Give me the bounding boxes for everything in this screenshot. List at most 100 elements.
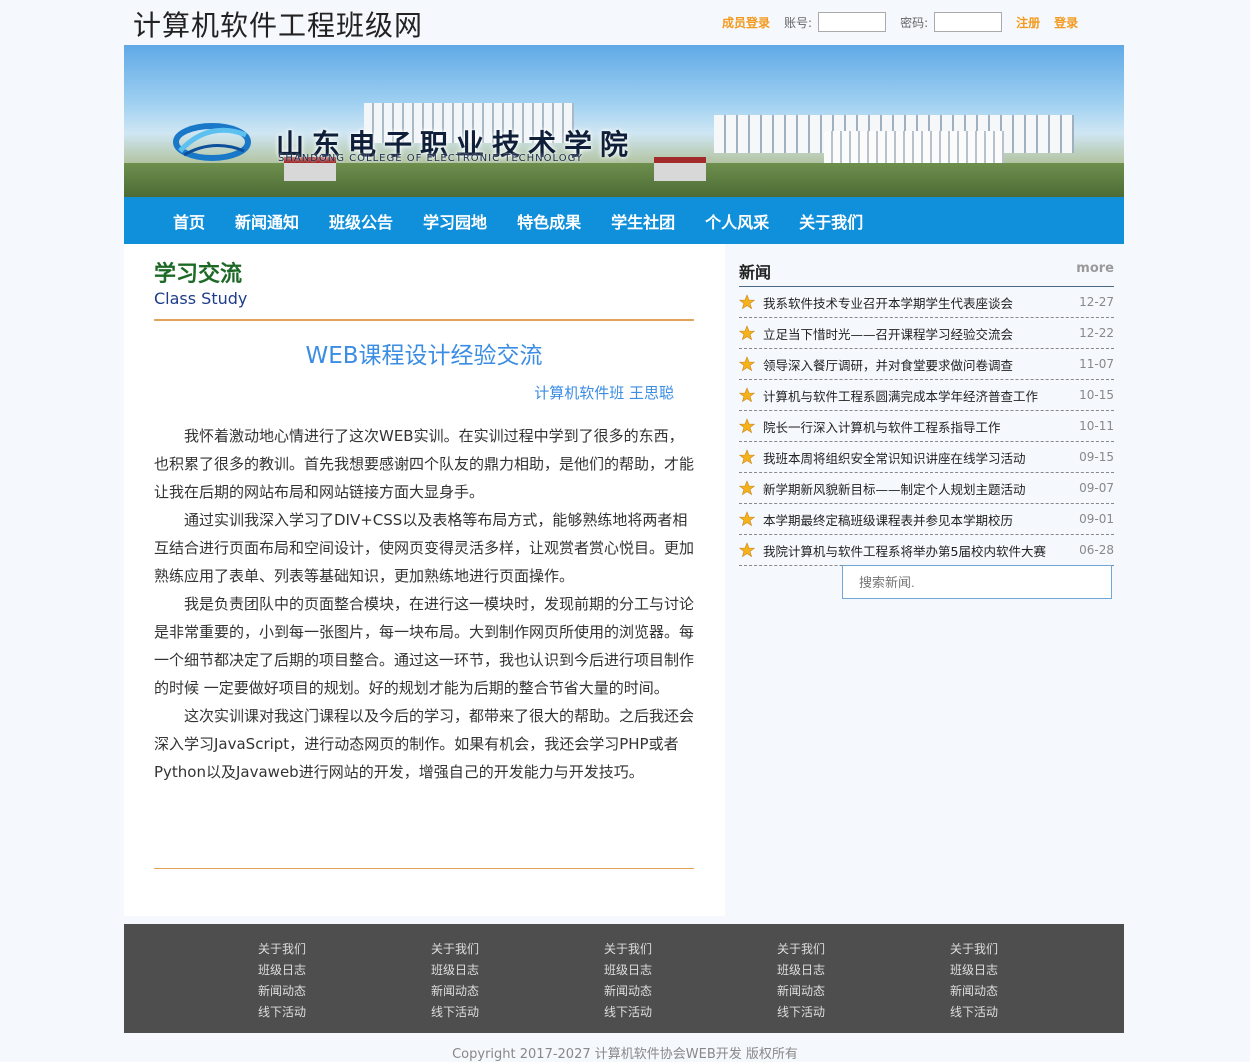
news-item[interactable]: 我系软件技术专业召开本学期学生代表座谈会 12-27: [739, 287, 1114, 318]
article-body: 我怀着激动地心情进行了这次WEB实训。在实训过程中学到了很多的东西，也积累了很多…: [154, 422, 694, 786]
star-icon: [739, 511, 755, 527]
star-icon: [739, 294, 755, 310]
footer-link[interactable]: 关于我们: [431, 939, 479, 960]
footer-link[interactable]: 班级日志: [258, 960, 306, 981]
news-item[interactable]: 本学期最终定稿班级课程表并参见本学期校历 09-01: [739, 504, 1114, 535]
account-label: 账号:: [784, 15, 813, 30]
footer-link[interactable]: 班级日志: [431, 960, 479, 981]
news-item[interactable]: 我班本周将组织安全常识知识讲座在线学习活动 09-15: [739, 442, 1114, 473]
news-header: 新闻 more: [739, 255, 1114, 287]
footer-link[interactable]: 新闻动态: [950, 981, 998, 1002]
register-link[interactable]: 注册: [1016, 14, 1040, 31]
nav-item-clubs[interactable]: 学生社团: [611, 209, 675, 233]
section-subtitle: Class Study: [154, 289, 248, 308]
footer-link[interactable]: 新闻动态: [431, 981, 479, 1002]
footer: 关于我们 班级日志 新闻动态 线下活动 关于我们 班级日志 新闻动态 线下活动 关于我们 班级日志…: [124, 924, 1124, 1033]
footer-link[interactable]: 新闻动态: [777, 981, 825, 1002]
password-label: 密码:: [900, 15, 929, 30]
footer-link[interactable]: 关于我们: [258, 939, 306, 960]
news-item[interactable]: 计算机与软件工程系圆满完成本学年经济普查工作 10-15: [739, 380, 1114, 411]
account-input[interactable]: [818, 12, 887, 32]
news-item[interactable]: 院长一行深入计算机与软件工程系指导工作 10-11: [739, 411, 1114, 442]
news-item-date: 09-07: [1079, 481, 1114, 495]
login-bar: 成员登录 账号: 密码: 注册 登录: [722, 10, 1092, 34]
footer-link[interactable]: 线下活动: [950, 1002, 998, 1023]
banner-lawn: [124, 163, 1124, 197]
news-item[interactable]: 立足当下惜时光——召开课程学习经验交流会 12-22: [739, 318, 1114, 349]
nav-item-announcements[interactable]: 班级公告: [329, 209, 393, 233]
divider: [154, 319, 694, 321]
news-panel: 新闻 more 我系软件技术专业召开本学期学生代表座谈会 12-27 立足当下惜时光…: [739, 255, 1114, 599]
school-logo-icon: [173, 123, 251, 161]
news-item-date: 06-28: [1079, 543, 1114, 557]
article-paragraph: 我怀着激动地心情进行了这次WEB实训。在实训过程中学到了很多的东西，也积累了很多…: [154, 427, 695, 501]
footer-link[interactable]: 关于我们: [777, 939, 825, 960]
article-paragraph: 通过实训我深入学习了DIV+CSS以及表格等布局方式，能够熟练地将两者相互结合进…: [154, 511, 695, 585]
star-icon: [739, 325, 755, 341]
footer-link[interactable]: 新闻动态: [604, 981, 652, 1002]
star-icon: [739, 387, 755, 403]
footer-link[interactable]: 线下活动: [604, 1002, 652, 1023]
footer-link[interactable]: 线下活动: [777, 1002, 825, 1023]
news-title: 新闻: [739, 263, 772, 282]
news-item[interactable]: 新学期新风貌新目标——制定个人规划主题活动 09-07: [739, 473, 1114, 504]
footer-column: 关于我们 班级日志 新闻动态 线下活动: [431, 939, 479, 1023]
news-search-box: [842, 565, 1112, 599]
copyright: Copyright 2017-2027 计算机软件协会WEB开发 版权所有: [452, 1047, 798, 1062]
star-icon: [739, 449, 755, 465]
news-item-date: 11-07: [1079, 357, 1114, 371]
banner-hut: [654, 157, 706, 181]
news-item-title[interactable]: 领导深入餐厅调研，并对食堂要求做问卷调查: [763, 355, 1071, 374]
news-item-title[interactable]: 我院计算机与软件工程系将举办第5届校内软件大赛: [763, 541, 1071, 560]
nav-item-achievements[interactable]: 特色成果: [517, 209, 581, 233]
footer-column: 关于我们 班级日志 新闻动态 线下活动: [258, 939, 306, 1023]
news-item-date: 09-01: [1079, 512, 1114, 526]
section-title: 学习交流: [154, 262, 243, 287]
news-more-link[interactable]: more: [1076, 261, 1114, 276]
footer-link[interactable]: 关于我们: [604, 939, 652, 960]
news-search-input[interactable]: [857, 566, 1081, 598]
news-item-title[interactable]: 院长一行深入计算机与软件工程系指导工作: [763, 417, 1071, 436]
news-item-title[interactable]: 新学期新风貌新目标——制定个人规划主题活动: [763, 479, 1071, 498]
footer-link[interactable]: 班级日志: [604, 960, 652, 981]
star-icon: [739, 356, 755, 372]
article-author: 计算机软件班 王思聪: [534, 384, 674, 402]
news-item-title[interactable]: 我系软件技术专业召开本学期学生代表座谈会: [763, 293, 1071, 312]
news-item[interactable]: 我院计算机与软件工程系将举办第5届校内软件大赛 06-28: [739, 535, 1114, 566]
article-paragraph: 这次实训课对我这门课程以及今后的学习，都带来了很大的帮助。之后我还会深入学习Ja…: [154, 707, 695, 781]
main-content: 学习交流 Class Study WEB课程设计经验交流 计算机软件班 王思聪 …: [124, 244, 725, 916]
nav-item-news[interactable]: 新闻通知: [235, 209, 299, 233]
nav-item-profiles[interactable]: 个人风采: [705, 209, 769, 233]
footer-link[interactable]: 班级日志: [950, 960, 998, 981]
star-icon: [739, 542, 755, 558]
footer-column: 关于我们 班级日志 新闻动态 线下活动: [950, 939, 998, 1023]
news-item[interactable]: 领导深入餐厅调研，并对食堂要求做问卷调查 11-07: [739, 349, 1114, 380]
footer-link[interactable]: 线下活动: [431, 1002, 479, 1023]
news-item-title[interactable]: 本学期最终定稿班级课程表并参见本学期校历: [763, 510, 1071, 529]
footer-column: 关于我们 班级日志 新闻动态 线下活动: [604, 939, 652, 1023]
login-link[interactable]: 登录: [1054, 14, 1078, 31]
news-item-date: 09-15: [1079, 450, 1114, 464]
footer-link[interactable]: 新闻动态: [258, 981, 306, 1002]
news-item-date: 12-27: [1079, 295, 1114, 309]
news-list: 我系软件技术专业召开本学期学生代表座谈会 12-27 立足当下惜时光——召开课程学习…: [739, 287, 1114, 566]
banner-image: 山东电子职业技术学院 SHANDONG COLLEGE OF ELECTRONI…: [124, 45, 1124, 197]
password-input[interactable]: [934, 12, 1003, 32]
footer-link[interactable]: 关于我们: [950, 939, 998, 960]
article-paragraph: 我是负责团队中的页面整合模块，在进行这一模块时，发现前期的分工与讨论是非常重要的…: [154, 595, 695, 697]
news-item-title[interactable]: 我班本周将组织安全常识知识讲座在线学习活动: [763, 448, 1071, 467]
news-item-date: 10-15: [1079, 388, 1114, 402]
news-item-title[interactable]: 立足当下惜时光——召开课程学习经验交流会: [763, 324, 1071, 343]
nav-item-study[interactable]: 学习园地: [423, 209, 487, 233]
site-title: 计算机软件工程班级网: [133, 9, 424, 42]
main-nav: 首页 新闻通知 班级公告 学习园地 特色成果 学生社团 个人风采 关于我们: [124, 197, 1124, 244]
footer-link[interactable]: 线下活动: [258, 1002, 306, 1023]
school-name-en: SHANDONG COLLEGE OF ELECTRONIC TECHNOLOG…: [278, 153, 583, 164]
nav-item-about[interactable]: 关于我们: [799, 209, 863, 233]
footer-link[interactable]: 班级日志: [777, 960, 825, 981]
member-login-label: 成员登录: [722, 15, 771, 30]
star-icon: [739, 418, 755, 434]
news-item-title[interactable]: 计算机与软件工程系圆满完成本学年经济普查工作: [763, 386, 1071, 405]
article-title: WEB课程设计经验交流: [305, 343, 543, 369]
nav-item-home[interactable]: 首页: [173, 209, 205, 233]
